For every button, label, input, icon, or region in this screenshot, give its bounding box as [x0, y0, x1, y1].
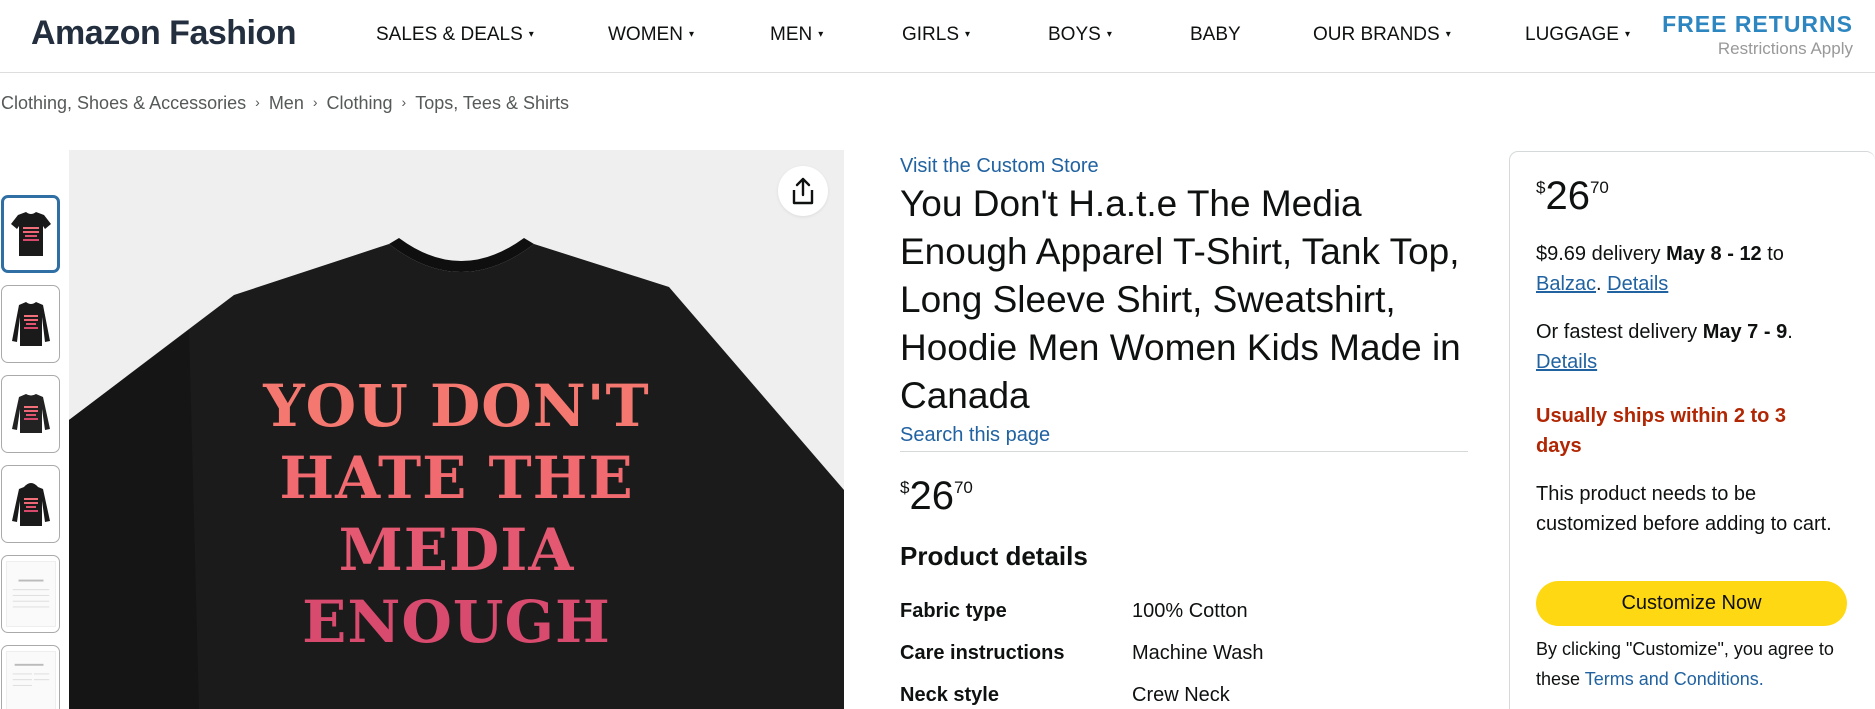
size-chart-thumbnail-image — [5, 651, 56, 709]
price-fraction: 70 — [953, 478, 973, 497]
product-price: $2670 — [900, 474, 973, 519]
detail-key: Care instructions — [900, 642, 1065, 664]
customization-required-notice: This product needs to be customized befo… — [1536, 483, 1832, 535]
product-title: You Don't H.a.t.e The Media Enough Appar… — [900, 183, 1461, 416]
price-whole: 26 — [909, 474, 954, 518]
size-chart-thumbnail-image — [5, 561, 56, 627]
free-returns-restrictions: Restrictions Apply — [1717, 39, 1853, 58]
delivery-cost: $9.69 delivery — [1536, 243, 1667, 265]
nav-sales-deals[interactable]: SALES & DEALS ▾ — [376, 24, 534, 46]
shirt-print-line: HATE THE — [279, 444, 634, 512]
nav-label: WOMEN — [608, 24, 683, 45]
main-product-image[interactable]: YOU DON'T HATE THE MEDIA ENOUGH — [69, 150, 844, 709]
nav-label: GIRLS — [902, 24, 960, 45]
chevron-right-icon: › — [255, 94, 260, 110]
caret-down-icon: ▾ — [1445, 29, 1451, 40]
nav-boys[interactable]: BOYS ▾ — [1048, 24, 1112, 46]
nav-baby[interactable]: BABY — [1190, 24, 1241, 46]
detail-value: Machine Wash — [1132, 642, 1264, 664]
terms-and-conditions-link[interactable]: Terms and Conditions. — [1585, 669, 1764, 689]
hoodie-thumbnail-image — [11, 483, 50, 526]
thumbnail-sweatshirt[interactable] — [1, 375, 60, 453]
fastest-delivery-details-link[interactable]: Details — [1536, 351, 1597, 373]
fastest-delivery-dates: May 7 - 9 — [1702, 321, 1788, 343]
customize-now-button[interactable]: Customize Now — [1536, 581, 1847, 626]
nav-luggage[interactable]: LUGGAGE ▾ — [1525, 24, 1630, 46]
amazon-fashion-logo[interactable]: Amazon Fashion — [31, 14, 297, 53]
caret-down-icon: ▾ — [528, 29, 534, 40]
caret-down-icon: ▾ — [1624, 29, 1631, 40]
thumbnail-size-chart[interactable] — [1, 555, 60, 633]
nav-label: SALES & DEALS — [376, 24, 523, 45]
caret-down-icon: ▾ — [688, 29, 694, 40]
buy-box-price: $2670 — [1536, 174, 1609, 219]
share-icon — [792, 177, 814, 205]
nav-label: LUGGAGE — [1525, 24, 1619, 45]
thumbnail-long-sleeve[interactable] — [1, 285, 60, 363]
breadcrumb-link[interactable]: Clothing — [327, 93, 393, 113]
top-navigation-bar: Amazon Fashion SALES & DEALS ▾ WOMEN ▾ MEN… — [0, 0, 1875, 73]
delivery-info: $9.69 delivery May 8 - 12 to Balzac. Deta… — [1536, 239, 1856, 299]
long-sleeve-thumbnail-image — [11, 302, 50, 346]
breadcrumb: Clothing, Shoes & Accessories › Men › Clothi… — [1, 93, 569, 114]
detail-key: Fabric type — [900, 600, 1007, 622]
chevron-right-icon: › — [312, 94, 318, 110]
detail-value: Crew Neck — [1132, 684, 1230, 706]
delivery-to: to — [1761, 243, 1784, 265]
price-currency-symbol: $ — [1536, 178, 1546, 197]
delivery-details-link[interactable]: Details — [1607, 273, 1668, 295]
detail-key: Neck style — [900, 684, 999, 706]
breadcrumb-link[interactable]: Men — [269, 93, 304, 113]
nav-label: BABY — [1190, 24, 1241, 45]
detail-value: 100% Cotton — [1132, 600, 1248, 622]
fastest-delivery-suffix: . — [1787, 321, 1793, 343]
nav-our-brands[interactable]: OUR BRANDS ▾ — [1313, 24, 1451, 46]
product-details-heading: Product details — [900, 541, 1088, 571]
location-suffix: . — [1596, 273, 1608, 295]
thumbnail-tshirt[interactable] — [1, 195, 60, 273]
thumbnail-size-chart[interactable] — [1, 645, 60, 709]
breadcrumb-link[interactable]: Clothing, Shoes & Accessories — [1, 93, 246, 113]
nav-girls[interactable]: GIRLS ▾ — [902, 24, 970, 46]
tshirt-thumbnail-image — [10, 212, 51, 256]
sweatshirt-thumbnail-image — [11, 394, 50, 433]
shipping-availability-notice: Usually ships within 2 to 3 days — [1536, 405, 1787, 457]
fastest-delivery-info: Or fastest delivery May 7 - 9. Details — [1536, 317, 1856, 377]
search-this-page-link[interactable]: Search this page — [900, 424, 1050, 447]
price-fraction: 70 — [1589, 178, 1609, 197]
delivery-dates: May 8 - 12 — [1666, 243, 1762, 265]
nav-label: BOYS — [1048, 24, 1101, 45]
nav-men[interactable]: MEN ▾ — [770, 24, 823, 46]
visit-store-link[interactable]: Visit the Custom Store — [900, 155, 1099, 178]
shirt-print-line: ENOUGH — [302, 588, 611, 656]
free-returns-title: FREE RETURNS — [1662, 11, 1853, 37]
delivery-location-link[interactable]: Balzac — [1536, 273, 1596, 295]
caret-down-icon: ▾ — [1106, 29, 1112, 40]
customize-terms-notice: By clicking "Customize", you agree to th… — [1536, 634, 1861, 694]
shirt-print-line: YOU DON'T — [263, 372, 650, 440]
nav-label: OUR BRANDS — [1313, 24, 1440, 45]
share-button[interactable] — [778, 166, 828, 216]
caret-down-icon: ▾ — [818, 29, 824, 40]
chevron-right-icon: › — [401, 94, 407, 110]
divider — [900, 451, 1468, 452]
thumbnail-hoodie[interactable] — [1, 465, 60, 543]
shirt-print-line: MEDIA — [338, 516, 575, 584]
price-whole: 26 — [1545, 174, 1590, 218]
price-currency-symbol: $ — [900, 478, 910, 497]
nav-label: MEN — [770, 24, 813, 45]
fastest-delivery-prefix: Or fastest delivery — [1536, 321, 1703, 343]
nav-women[interactable]: WOMEN ▾ — [608, 24, 694, 46]
free-returns-banner[interactable]: FREE RETURNS Restrictions Apply — [1662, 11, 1853, 59]
breadcrumb-link[interactable]: Tops, Tees & Shirts — [415, 93, 569, 113]
caret-down-icon: ▾ — [965, 29, 971, 40]
